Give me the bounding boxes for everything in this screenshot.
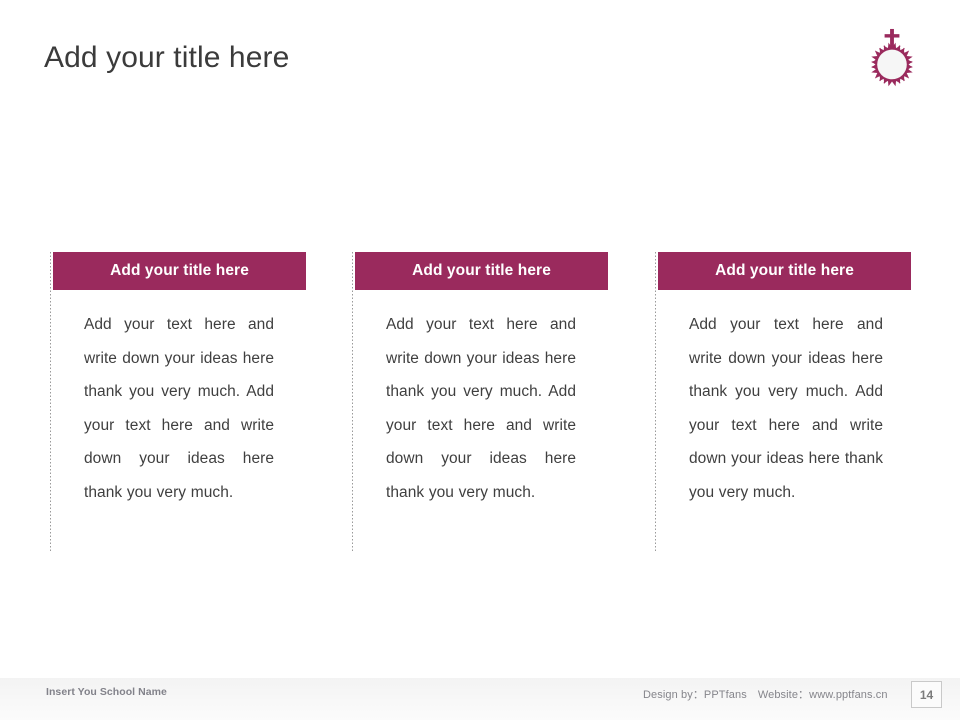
page-number: 14 [919,687,934,702]
card-header-label: Add your title here [715,262,854,280]
footer-credits: Design by：PPTfans Website：www.pptfans.cn [643,686,888,702]
card-body-text: Add your text here and write down your i… [84,316,274,501]
card-body-3: Add your text here and write down your i… [658,308,911,509]
card-header-1[interactable]: Add your title here [53,252,306,290]
card-body-2: Add your text here and write down your i… [355,308,608,509]
slide: Add your title here Add your title here … [0,0,960,720]
card-body-text: Add your text here and write down your i… [689,316,883,501]
card-body-text: Add your text here and write down your i… [386,316,576,501]
footer-school-name: Insert You School Name [46,686,167,698]
card-header-3[interactable]: Add your title here [658,252,911,290]
card-header-label: Add your title here [110,262,249,280]
header-band [0,0,960,184]
content-card-3: Add your title here Add your text here a… [655,250,911,555]
content-cards: Add your title here Add your text here a… [0,250,960,560]
card-left-dotted-rule [50,252,51,553]
footer-swoosh [305,622,960,674]
content-card-1: Add your title here Add your text here a… [50,250,306,555]
card-left-dotted-rule [352,252,353,553]
crown-of-thorns-with-cross-logo [871,28,913,87]
footer-website: Website：www.pptfans.cn [757,689,888,701]
page-title: Add your title here [44,41,290,74]
card-header-2[interactable]: Add your title here [355,252,608,290]
header-swoosh [0,124,292,196]
page-number-box: 14 [911,681,942,708]
card-body-1: Add your text here and write down your i… [53,308,306,509]
card-header-label: Add your title here [412,262,551,280]
footer-design-by: Design by：PPTfans [643,689,747,701]
card-left-dotted-rule [655,252,656,553]
content-card-2: Add your title here Add your text here a… [352,250,608,555]
